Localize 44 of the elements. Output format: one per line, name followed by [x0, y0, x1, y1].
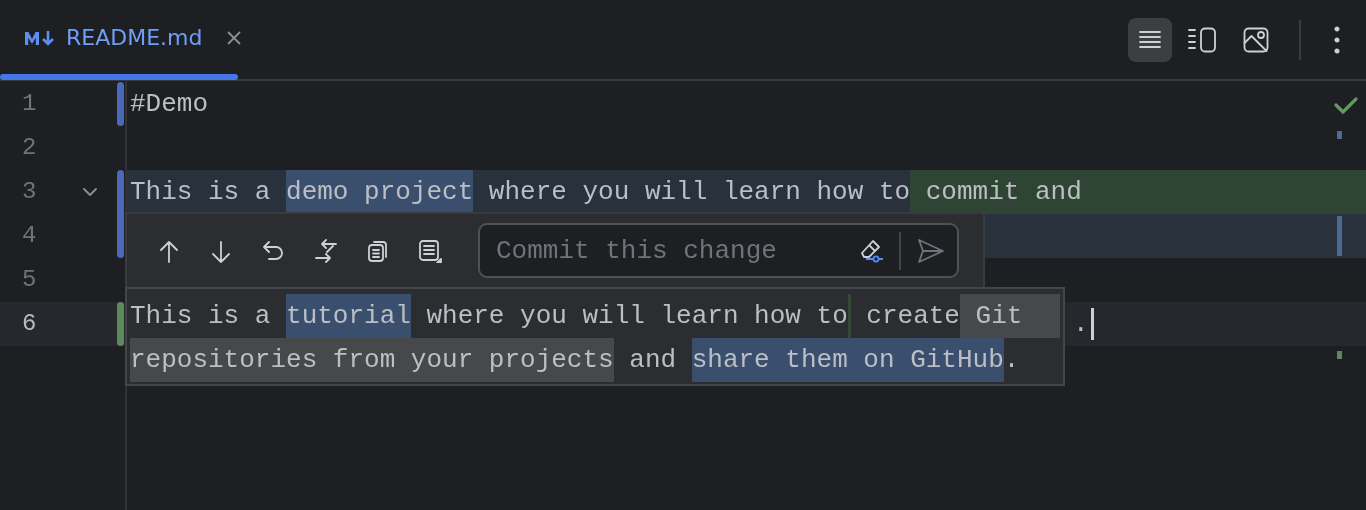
code-text: #Demo [130, 88, 208, 121]
code-text: where you will learn how to [425, 300, 848, 333]
code-text: This is a [130, 300, 272, 333]
tab-label: README.md [66, 25, 203, 50]
send-icon[interactable] [917, 236, 945, 265]
code-text: Git [959, 294, 1060, 338]
code-text: share them on GitHub [691, 338, 1004, 382]
editor-tab[interactable]: README.md [0, 0, 238, 79]
line-number: 1 [21, 89, 38, 119]
line-number: 4 [21, 221, 38, 251]
view-mode-button[interactable] [1128, 17, 1172, 62]
close-icon[interactable] [226, 29, 243, 46]
image-icon [1243, 26, 1269, 53]
code-text: . [1073, 308, 1089, 341]
line-number: 3 [21, 177, 38, 207]
code-text: This is a [130, 176, 272, 209]
copy-icon [366, 238, 390, 263]
line-number: 2 [21, 133, 38, 163]
change-marker[interactable] [117, 214, 124, 258]
commit-message-input[interactable]: Commit this change [494, 234, 859, 267]
change-marker[interactable] [117, 170, 124, 214]
change-marker[interactable] [117, 302, 124, 346]
commit-message-field[interactable]: Commit this change [478, 223, 959, 278]
code-text: . [1003, 344, 1020, 377]
code-text: commit and [910, 170, 1366, 214]
code-text: and [628, 344, 678, 377]
code-text: where you will learn how to [487, 176, 911, 209]
document-icon [418, 238, 442, 263]
text-cursor [1090, 308, 1094, 340]
code-text: create [865, 300, 960, 333]
markdown-icon [24, 28, 56, 47]
change-marker[interactable] [117, 82, 124, 126]
compare-arrows-icon [314, 238, 338, 263]
check-icon[interactable] [1334, 96, 1358, 114]
chevron-down-icon[interactable] [82, 187, 98, 197]
more-icon [1333, 24, 1341, 55]
split-view-icon [1188, 26, 1218, 53]
undo-icon [262, 238, 286, 263]
code-text: tutorial [286, 294, 411, 338]
line-number: 5 [21, 265, 38, 295]
line-number: 6 [21, 309, 38, 339]
pen-icon[interactable] [859, 237, 885, 264]
code-text: repositories from your projects [130, 338, 614, 382]
code-text: demo project [286, 170, 474, 214]
